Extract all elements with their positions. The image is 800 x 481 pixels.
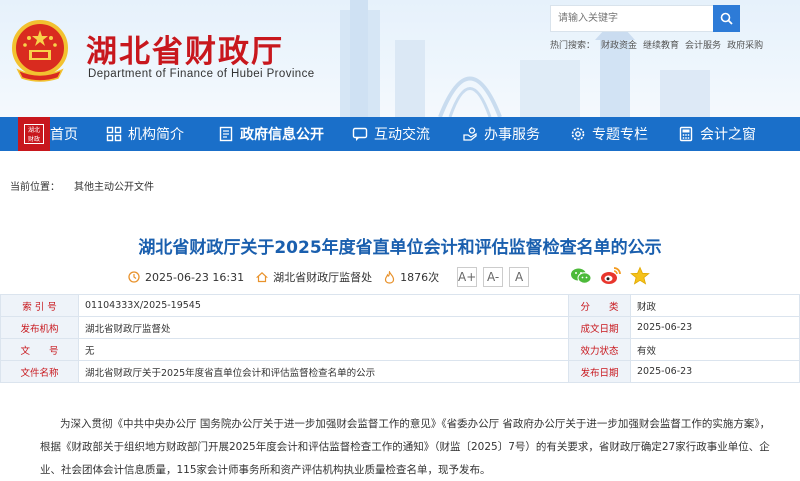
search-button[interactable] xyxy=(713,5,740,32)
info-value: 无 xyxy=(78,338,569,361)
table-row: 文 号 无 效力状态 有效 xyxy=(0,338,800,361)
chat-icon xyxy=(352,127,368,141)
info-label: 文 号 xyxy=(0,338,79,361)
nav-item-label: 首页 xyxy=(50,127,78,143)
nav-item-about[interactable]: 机构简介 xyxy=(106,117,184,151)
nav-item-label: 政府信息公开 xyxy=(240,127,324,143)
nav-item-label: 机构简介 xyxy=(128,127,184,143)
nav-item-interact[interactable]: 互动交流 xyxy=(352,117,430,151)
table-row: 发布机构 湖北省财政厅监督处 成文日期 2025-06-23 xyxy=(0,316,800,339)
gear-icon xyxy=(571,127,585,141)
font-reset-button[interactable]: A xyxy=(509,267,530,287)
meta-datetime-text: 2025-06-23 16:31 xyxy=(145,270,245,284)
meta-datetime: 2025-06-23 16:31 xyxy=(128,271,244,284)
house-icon xyxy=(256,271,269,283)
site-title: 湖北省财政厅 xyxy=(86,34,284,70)
grid-icon xyxy=(106,126,122,142)
font-increase-button[interactable]: A+ xyxy=(457,267,478,287)
favorite-star-icon[interactable] xyxy=(630,266,650,286)
article-body-paragraph: 为深入贯彻《中共中央办公厅 国务院办公厅关于进一步加强财会监督工作的意见》《省委… xyxy=(40,418,771,476)
weibo-icon[interactable] xyxy=(600,266,622,286)
search-box xyxy=(550,5,740,32)
info-label: 发布日期 xyxy=(568,360,631,383)
hot-search-links: 热门搜索： 财政资金 继续教育 会计服务 政府采购 xyxy=(550,38,769,51)
info-value: 湖北省财政厅监督处 xyxy=(78,316,569,339)
nav-item-label: 办事服务 xyxy=(484,127,540,143)
info-label: 效力状态 xyxy=(568,338,631,361)
search-icon xyxy=(720,12,733,25)
share-bar xyxy=(570,266,658,286)
doc-icon xyxy=(219,126,233,142)
main-nav: 湖北 财政 首页 机构简介 政府信息公开 互动交流 办事服务 专题专栏 会计之窗 xyxy=(0,117,800,151)
nav-item-home[interactable]: 首页 xyxy=(50,117,78,151)
meta-views-text: 1876次 xyxy=(400,271,440,284)
meta-views: 1876次 xyxy=(384,269,439,285)
hot-link[interactable]: 政府采购 xyxy=(727,41,763,51)
nav-item-topics[interactable]: 专题专栏 xyxy=(570,117,648,151)
breadcrumb-link[interactable]: 其他主动公开文件 xyxy=(74,182,154,193)
meta-source: 湖北省财政厅监督处 xyxy=(256,269,372,285)
hot-link[interactable]: 会计服务 xyxy=(685,41,721,51)
info-value: 01104333X/2025-19545 xyxy=(78,294,569,317)
document-info-table: 索 引 号 01104333X/2025-19545 分 类 财政 发布机构 湖… xyxy=(0,294,800,383)
hand-icon xyxy=(463,127,477,141)
info-value: 湖北省财政厅关于2025年度省直单位会计和评估监督检查名单的公示 xyxy=(78,360,569,383)
breadcrumb-label: 当前位置： xyxy=(10,182,60,193)
article-meta: 2025-06-23 16:31 湖北省财政厅监督处 1876次 A+ A- A xyxy=(128,267,530,287)
article-title: 湖北省财政厅关于2025年度省直单位会计和评估监督检查名单的公示 xyxy=(138,238,662,258)
table-row: 文件名称 湖北省财政厅关于2025年度省直单位会计和评估监督检查名单的公示 发布… xyxy=(0,360,800,383)
search-input[interactable] xyxy=(551,6,713,31)
nav-item-accounting[interactable]: 会计之窗 xyxy=(678,117,756,151)
info-label: 索 引 号 xyxy=(0,294,79,317)
info-label: 发布机构 xyxy=(0,316,79,339)
hot-search-label: 热门搜索： xyxy=(550,41,596,51)
info-label: 文件名称 xyxy=(0,360,79,383)
hot-link[interactable]: 财政资金 xyxy=(601,41,637,51)
clock-icon xyxy=(128,271,140,283)
wechat-icon[interactable] xyxy=(570,267,592,285)
nav-item-services[interactable]: 办事服务 xyxy=(462,117,540,151)
flame-icon xyxy=(385,270,395,284)
nav-item-label: 互动交流 xyxy=(374,127,430,143)
nav-logo-text: 湖北 财政 xyxy=(24,124,44,144)
national-emblem-icon xyxy=(12,20,68,82)
info-label: 分 类 xyxy=(568,294,631,317)
info-value: 2025-06-23 xyxy=(630,360,800,383)
font-decrease-button[interactable]: A- xyxy=(483,267,504,287)
info-value: 财政 xyxy=(630,294,800,317)
info-label: 成文日期 xyxy=(568,316,631,339)
site-header: 湖北省财政厅 Department of Finance of Hubei Pr… xyxy=(0,0,800,117)
hot-link[interactable]: 继续教育 xyxy=(643,41,679,51)
nav-item-gov-info[interactable]: 政府信息公开 xyxy=(218,117,324,151)
table-row: 索 引 号 01104333X/2025-19545 分 类 财政 xyxy=(0,294,800,317)
nav-item-label: 会计之窗 xyxy=(700,127,756,143)
calc-icon xyxy=(679,126,693,142)
info-value: 2025-06-23 xyxy=(630,316,800,339)
nav-item-label: 专题专栏 xyxy=(592,127,648,143)
site-subtitle: Department of Finance of Hubei Province xyxy=(88,68,315,80)
meta-source-text: 湖北省财政厅监督处 xyxy=(273,271,373,284)
info-value: 有效 xyxy=(630,338,800,361)
breadcrumb: 当前位置： 其他主动公开文件 xyxy=(10,178,154,193)
